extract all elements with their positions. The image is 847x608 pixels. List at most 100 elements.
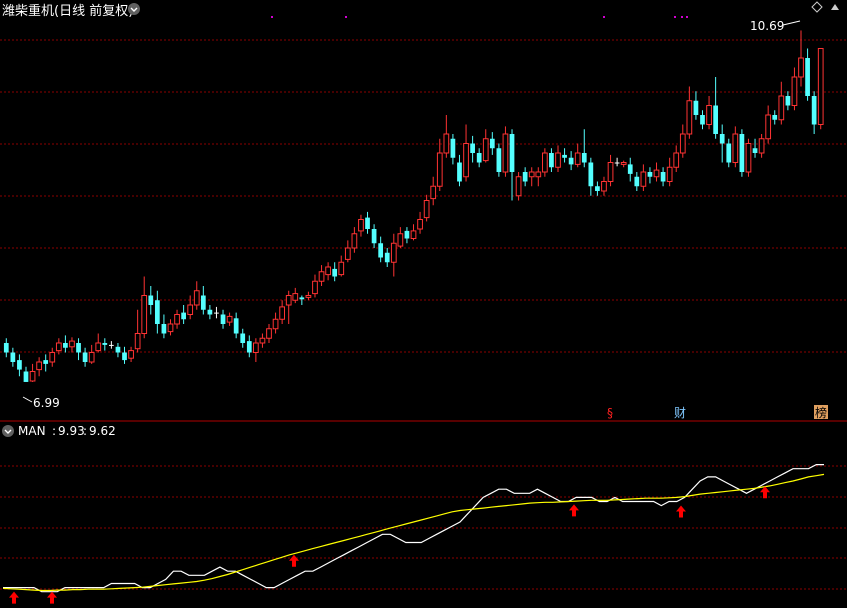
kline-chart[interactable]: 潍柴重机(日线 前复权) 10.69 6.99 § 财 榜 MAN: 9.93… [0, 0, 847, 608]
candle-body [17, 360, 22, 370]
candle-body [371, 229, 377, 244]
candle-body [338, 261, 345, 276]
candle-body [509, 134, 515, 172]
candle-body [798, 57, 804, 78]
candle-body [325, 266, 331, 276]
indicator-sep-2: : [83, 424, 87, 438]
candle-body [305, 295, 312, 298]
candle [528, 167, 535, 187]
candle-body [423, 200, 430, 219]
high-pointer [782, 20, 801, 26]
candle [581, 129, 587, 168]
candle [207, 305, 213, 320]
candle-body [693, 100, 699, 115]
candle [634, 172, 640, 191]
candle-body [233, 318, 239, 334]
candle [436, 138, 443, 191]
candle [595, 181, 600, 196]
candle-body [457, 162, 462, 182]
candle [660, 167, 666, 187]
candle [63, 335, 68, 353]
candle-body [365, 217, 370, 229]
candle [601, 176, 607, 196]
candle [805, 48, 810, 101]
high-price-label: 10.69 [750, 19, 784, 33]
finance-marker[interactable]: 财 [674, 406, 686, 420]
up-arrow-icon [9, 591, 19, 604]
candle [358, 214, 364, 237]
event-dots [271, 16, 688, 18]
diamond-icon[interactable] [811, 1, 823, 13]
candle [17, 354, 22, 377]
signal-arrow [47, 591, 57, 604]
candle-body [174, 314, 180, 325]
indicator-menu-icon[interactable] [2, 425, 14, 437]
candle [181, 305, 186, 324]
candle [318, 265, 325, 286]
candle-body [726, 143, 732, 163]
ranking-marker[interactable]: 榜 [815, 405, 827, 420]
candle [23, 366, 29, 382]
candle [693, 91, 699, 120]
signal-arrow [289, 554, 299, 567]
candle [128, 346, 134, 362]
candle-body [732, 133, 739, 163]
candle [76, 338, 81, 361]
candle-body [95, 342, 102, 352]
candle-body [719, 134, 725, 144]
candle [535, 167, 542, 187]
signal-arrows [9, 486, 770, 604]
chart-title: 潍柴重机(日线 前复权) [2, 3, 133, 19]
candle-body [240, 333, 246, 343]
candle-body [817, 48, 824, 125]
candle [167, 319, 174, 336]
price-grid [0, 39, 847, 353]
candle-body [805, 58, 810, 96]
candle-body [358, 219, 364, 232]
candle-body [791, 76, 798, 106]
candle-body [476, 153, 482, 163]
candle [647, 167, 653, 184]
candle-body [686, 100, 693, 135]
candle-body [443, 133, 450, 154]
candle [384, 248, 390, 267]
candle-body [562, 154, 567, 158]
candle [285, 290, 292, 324]
candle-body [10, 352, 16, 362]
candle-body [417, 219, 423, 230]
candle [141, 276, 148, 339]
candle-body [620, 162, 627, 165]
candle [69, 337, 75, 353]
candle-body [76, 343, 81, 353]
candle-body [55, 342, 62, 352]
candle [109, 341, 114, 349]
up-arrow-icon[interactable] [831, 4, 839, 10]
candle [772, 110, 778, 125]
candle [568, 151, 574, 171]
candle [410, 224, 417, 241]
candle-body [601, 181, 607, 192]
candle [49, 347, 56, 367]
low-pointer [22, 396, 33, 403]
candle [404, 227, 410, 244]
candle [732, 126, 739, 168]
candle [279, 300, 286, 324]
candle-body [181, 312, 186, 320]
event-marker-s[interactable]: § [607, 406, 613, 420]
candle [515, 172, 522, 201]
candle-body [470, 143, 475, 153]
candle [502, 126, 509, 177]
candle-body [344, 247, 351, 260]
chevron-down-icon[interactable] [128, 3, 140, 15]
candle [102, 338, 108, 351]
candle-body [581, 153, 587, 163]
candle-body [772, 115, 778, 120]
candle [620, 160, 627, 168]
candle-body [384, 252, 390, 263]
candle [95, 333, 102, 353]
candle-body [700, 115, 705, 125]
candle [240, 328, 246, 348]
candle-body [765, 114, 772, 140]
candle-body [285, 295, 292, 306]
candle-body [541, 152, 548, 173]
